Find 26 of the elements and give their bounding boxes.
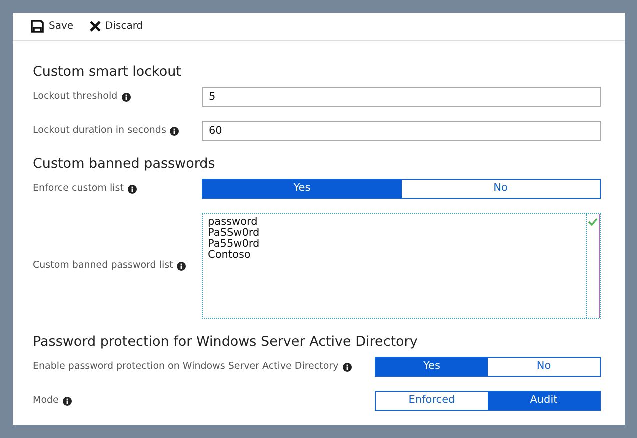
section-title: Password protection for Windows Server Active Directory [33,333,419,351]
discard-button[interactable]: Discard [90,19,144,34]
field-label: Enable password protection on Windows Server Active Directory [33,360,339,374]
save-button[interactable]: Save [31,19,74,34]
field-label: Lockout threshold [33,90,118,104]
info-icon [122,92,131,102]
toggle-option[interactable]: Audit [488,392,600,410]
toggle-option[interactable]: Yes [376,358,488,376]
toggle-option[interactable]: Yes [203,180,402,198]
info-icon [170,126,180,136]
text-field[interactable]: 60 [202,121,601,141]
save-icon [31,20,44,33]
list-field[interactable]: password PaSSw0rd Pa55w0rd Contoso [202,213,601,319]
info-icon [342,362,352,372]
section-title: Custom smart lockout [33,63,182,81]
list-text: password PaSSw0rd Pa55w0rd Contoso [207,215,261,263]
info-icon [177,262,186,270]
close-icon [90,21,101,32]
text-field[interactable]: 5 [202,87,601,107]
field-label: Lockout duration in seconds [33,124,166,138]
field-label: Custom banned password list [33,258,174,273]
info-icon [62,396,72,406]
field-label: Enforce custom list [33,182,124,196]
field-label: Mode [33,394,59,408]
section-title: Custom banned passwords [33,155,216,173]
info-icon [128,184,137,194]
